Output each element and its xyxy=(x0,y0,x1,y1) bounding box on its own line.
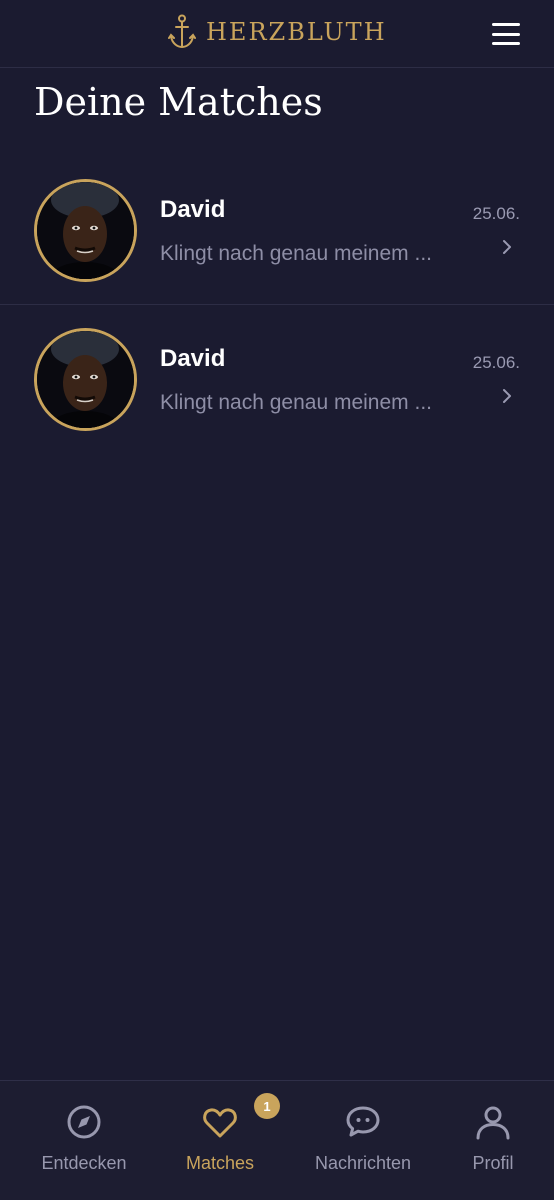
match-message-preview: Klingt nach genau meinem ... xyxy=(160,242,432,265)
chevron-right-icon[interactable] xyxy=(500,387,514,405)
menu-bar xyxy=(492,32,520,36)
match-list: David Klingt nach genau meinem ... 25.06… xyxy=(0,156,554,454)
menu-bar xyxy=(492,42,520,45)
nav-item-nachrichten[interactable]: Nachrichten xyxy=(293,1103,433,1174)
avatar-portrait xyxy=(37,182,134,279)
nav-label: Matches xyxy=(185,1153,255,1173)
hamburger-menu-icon[interactable] xyxy=(488,20,524,48)
nav-item-profil[interactable]: Profil xyxy=(423,1103,554,1174)
user-icon xyxy=(476,1106,510,1140)
match-date: 25.06. xyxy=(472,353,520,372)
match-name: David xyxy=(160,196,226,223)
heart-icon xyxy=(203,1108,237,1138)
nav-label: Profil xyxy=(472,1153,514,1173)
nav-item-entdecken[interactable]: Entdecken xyxy=(14,1103,154,1174)
app-screen: HERZBLUTH Deine Matches David Klingt nac… xyxy=(0,0,554,1200)
menu-bar xyxy=(492,23,520,26)
anchor-icon xyxy=(168,14,196,49)
compass-icon xyxy=(67,1105,101,1139)
top-bar: HERZBLUTH xyxy=(0,0,554,68)
chevron-right-icon[interactable] xyxy=(500,238,514,256)
nav-label: Nachrichten xyxy=(314,1153,412,1173)
match-item[interactable]: David Klingt nach genau meinem ... 25.06… xyxy=(0,156,554,305)
avatar[interactable] xyxy=(34,328,137,431)
avatar[interactable] xyxy=(34,179,137,282)
match-date: 25.06. xyxy=(472,204,520,223)
match-name: David xyxy=(160,345,226,372)
brand-logo[interactable]: HERZBLUTH xyxy=(168,12,387,52)
avatar-portrait xyxy=(37,331,134,428)
match-message-preview: Klingt nach genau meinem ... xyxy=(160,391,432,414)
notification-badge: 1 xyxy=(254,1093,280,1119)
page-title: Deine Matches xyxy=(34,80,323,124)
nav-label: Entdecken xyxy=(41,1153,127,1173)
match-item[interactable]: David Klingt nach genau meinem ... 25.06… xyxy=(0,305,554,454)
chat-bubble-icon xyxy=(346,1106,380,1137)
brand-name: HERZBLUTH xyxy=(206,18,387,46)
